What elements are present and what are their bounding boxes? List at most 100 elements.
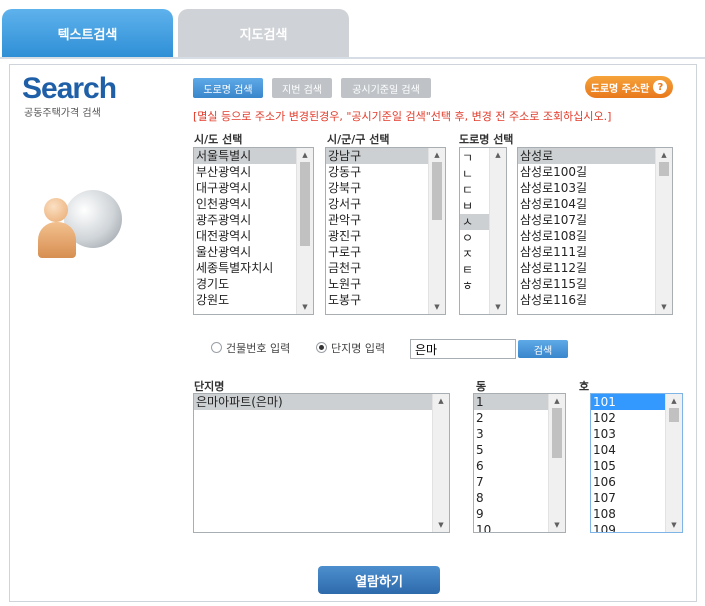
building-no-radio[interactable]	[211, 342, 222, 353]
notice-date-search-button[interactable]: 공시기준일 검색	[341, 78, 431, 98]
scroll-down-icon[interactable]: ▼	[549, 518, 565, 532]
dong-listbox[interactable]: 123567891011 ▲ ▼	[473, 393, 566, 533]
road-option[interactable]: 삼성로103길	[518, 180, 655, 196]
ho-option[interactable]: 106	[591, 474, 665, 490]
scroll-thumb[interactable]	[552, 408, 562, 458]
initial-option[interactable]: ㅅ	[460, 214, 489, 230]
initial-scrollbar[interactable]: ▲ ▼	[489, 148, 506, 314]
sido-option[interactable]: 울산광역시	[194, 244, 296, 260]
scroll-down-icon[interactable]: ▼	[297, 300, 313, 314]
initial-option[interactable]: ㅌ	[460, 262, 489, 278]
sido-option[interactable]: 대전광역시	[194, 228, 296, 244]
initial-option[interactable]: ㄴ	[460, 166, 489, 182]
scroll-up-icon[interactable]: ▲	[656, 148, 672, 162]
initial-option[interactable]: ㄱ	[460, 150, 489, 166]
complex-name-radio[interactable]	[316, 342, 327, 353]
sigungu-option[interactable]: 노원구	[326, 276, 428, 292]
lot-search-button[interactable]: 지번 검색	[272, 78, 332, 98]
dong-option[interactable]: 5	[474, 442, 548, 458]
dong-option[interactable]: 6	[474, 458, 548, 474]
scroll-up-icon[interactable]: ▲	[549, 394, 565, 408]
scroll-thumb[interactable]	[300, 162, 310, 246]
road-option[interactable]: 삼성로116길	[518, 292, 655, 308]
ho-option[interactable]: 109	[591, 522, 665, 532]
sigungu-listbox[interactable]: 강남구 강동구 강북구 강서구 관악구 광진구 구로구 금천구 노원구 도봉구 ▲ ▼	[325, 147, 446, 315]
road-option[interactable]: 삼성로112길	[518, 260, 655, 276]
scroll-thumb[interactable]	[432, 162, 442, 220]
scroll-down-icon[interactable]: ▼	[429, 300, 445, 314]
dong-option[interactable]: 8	[474, 490, 548, 506]
scroll-up-icon[interactable]: ▲	[666, 394, 682, 408]
ho-option[interactable]: 107	[591, 490, 665, 506]
ho-option[interactable]: 103	[591, 426, 665, 442]
tab-map-search[interactable]: 지도검색	[178, 9, 349, 57]
sigungu-option[interactable]: 구로구	[326, 244, 428, 260]
sigungu-option[interactable]: 관악구	[326, 212, 428, 228]
initial-listbox[interactable]: ㄱㄴㄷㅂㅅㅇㅈㅌㅎ ▲ ▼	[459, 147, 507, 315]
scroll-up-icon[interactable]: ▲	[490, 148, 506, 162]
road-option[interactable]: 삼성로108길	[518, 228, 655, 244]
ho-listbox[interactable]: 101102103104105106107108109110 ▲ ▼	[590, 393, 683, 533]
initial-option[interactable]: ㅎ	[460, 278, 489, 294]
sido-listbox[interactable]: 서울특별시 부산광역시 대구광역시 인천광역시 광주광역시 대전광역시 울산광역시 세종특별자…	[193, 147, 314, 315]
sigungu-scrollbar[interactable]: ▲ ▼	[428, 148, 445, 314]
scroll-thumb[interactable]	[669, 408, 679, 422]
dong-option[interactable]: 3	[474, 426, 548, 442]
complex-search-button[interactable]: 검색	[518, 340, 568, 358]
sido-option[interactable]: 대구광역시	[194, 180, 296, 196]
scroll-down-icon[interactable]: ▼	[490, 300, 506, 314]
scroll-down-icon[interactable]: ▼	[666, 518, 682, 532]
sido-option[interactable]: 인천광역시	[194, 196, 296, 212]
road-option[interactable]: 삼성로111길	[518, 244, 655, 260]
initial-option[interactable]: ㅈ	[460, 246, 489, 262]
ho-scrollbar[interactable]: ▲ ▼	[665, 394, 682, 532]
complex-listbox[interactable]: 은마아파트(은마) ▲ ▼	[193, 393, 450, 533]
dong-option[interactable]: 10	[474, 522, 548, 532]
sido-option[interactable]: 강원도	[194, 292, 296, 308]
sigungu-option[interactable]: 도봉구	[326, 292, 428, 308]
sido-option[interactable]: 부산광역시	[194, 164, 296, 180]
dong-scrollbar[interactable]: ▲ ▼	[548, 394, 565, 532]
initial-option[interactable]: ㄷ	[460, 182, 489, 198]
complex-search-input[interactable]	[410, 339, 516, 359]
sigungu-option[interactable]: 강서구	[326, 196, 428, 212]
sigungu-option[interactable]: 강동구	[326, 164, 428, 180]
complex-option[interactable]: 은마아파트(은마)	[194, 394, 432, 410]
scroll-down-icon[interactable]: ▼	[656, 300, 672, 314]
scroll-down-icon[interactable]: ▼	[433, 518, 449, 532]
scroll-up-icon[interactable]: ▲	[297, 148, 313, 162]
sigungu-option[interactable]: 강북구	[326, 180, 428, 196]
road-option[interactable]: 삼성로115길	[518, 276, 655, 292]
sido-scrollbar[interactable]: ▲ ▼	[296, 148, 313, 314]
ho-option[interactable]: 104	[591, 442, 665, 458]
sigungu-option[interactable]: 강남구	[326, 148, 428, 164]
sigungu-option[interactable]: 광진구	[326, 228, 428, 244]
view-button[interactable]: 열람하기	[318, 566, 440, 594]
ho-option[interactable]: 108	[591, 506, 665, 522]
dong-option[interactable]: 2	[474, 410, 548, 426]
road-address-button[interactable]: 도로명 주소란 ?	[585, 76, 673, 98]
dong-option[interactable]: 7	[474, 474, 548, 490]
sido-option[interactable]: 경기도	[194, 276, 296, 292]
road-scrollbar[interactable]: ▲ ▼	[655, 148, 672, 314]
ho-option[interactable]: 102	[591, 410, 665, 426]
ho-option[interactable]: 105	[591, 458, 665, 474]
dong-option[interactable]: 9	[474, 506, 548, 522]
initial-option[interactable]: ㅇ	[460, 230, 489, 246]
road-option[interactable]: 삼성로104길	[518, 196, 655, 212]
scroll-up-icon[interactable]: ▲	[429, 148, 445, 162]
road-option[interactable]: 삼성로100길	[518, 164, 655, 180]
sido-option[interactable]: 세종특별자치시	[194, 260, 296, 276]
scroll-thumb[interactable]	[659, 162, 669, 176]
ho-option[interactable]: 101	[591, 394, 665, 410]
road-option[interactable]: 삼성로107길	[518, 212, 655, 228]
road-option[interactable]: 삼성로	[518, 148, 655, 164]
complex-scrollbar[interactable]: ▲ ▼	[432, 394, 449, 532]
dong-option[interactable]: 1	[474, 394, 548, 410]
road-search-button[interactable]: 도로명 검색	[193, 78, 263, 98]
sido-option[interactable]: 광주광역시	[194, 212, 296, 228]
initial-option[interactable]: ㅂ	[460, 198, 489, 214]
scroll-up-icon[interactable]: ▲	[433, 394, 449, 408]
road-listbox[interactable]: 삼성로 삼성로100길 삼성로103길 삼성로104길 삼성로107길 삼성로108길 삼성…	[517, 147, 673, 315]
sigungu-option[interactable]: 금천구	[326, 260, 428, 276]
